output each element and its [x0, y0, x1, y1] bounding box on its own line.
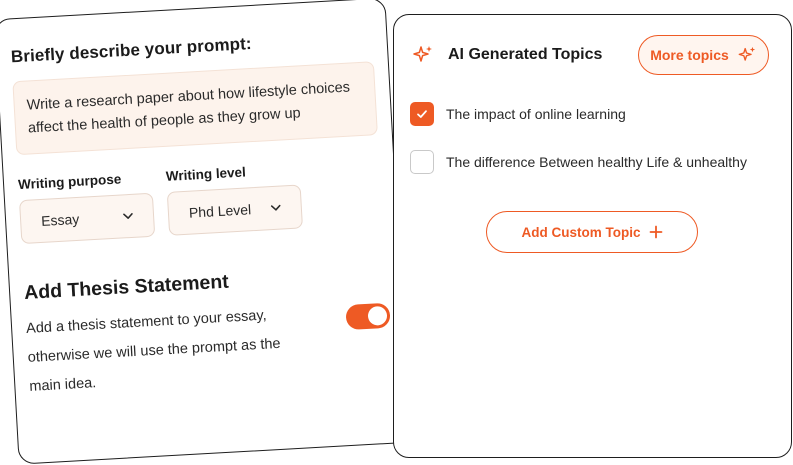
writing-fields: Writing purpose Essay Writing level Phd …	[17, 156, 401, 245]
add-custom-topic-label: Add Custom Topic	[521, 224, 641, 240]
writing-level-value: Phd Level	[188, 201, 252, 221]
topic-checkbox[interactable]	[410, 150, 434, 174]
plus-icon	[649, 225, 662, 239]
writing-level-select[interactable]: Phd Level	[166, 184, 304, 236]
checkmark-icon	[417, 110, 427, 118]
thesis-row: Add a thesis statement to your essay, ot…	[25, 294, 399, 402]
chevron-down-icon	[270, 204, 281, 211]
topic-item[interactable]: The impact of online learning	[410, 101, 775, 127]
topics-title-wrap: AI Generated Topics	[412, 44, 602, 66]
more-topics-button[interactable]: More topics	[638, 35, 769, 75]
writing-purpose-value: Essay	[40, 210, 80, 229]
topics-title: AI Generated Topics	[448, 46, 603, 63]
sparkle-icon	[738, 46, 755, 61]
topics-card: AI Generated Topics More topics The impa…	[393, 14, 792, 458]
prompt-textarea[interactable]: Write a research paper about how lifesty…	[12, 61, 378, 156]
topic-item[interactable]: The difference Between healthy Life & un…	[410, 149, 775, 175]
prompt-heading: Briefly describe your prompt:	[10, 33, 253, 67]
thesis-description: Add a thesis statement to your essay, ot…	[25, 307, 281, 395]
writing-level-label: Writing level	[165, 164, 247, 184]
sparkle-icon	[413, 46, 432, 62]
add-custom-topic-button[interactable]: Add Custom Topic	[486, 211, 698, 253]
thesis-toggle[interactable]	[345, 302, 391, 331]
topic-label: The difference Between healthy Life & un…	[446, 154, 747, 170]
writing-purpose-field: Writing purpose Essay	[17, 170, 156, 245]
prompt-card-content: Briefly describe your prompt: Write a re…	[10, 26, 409, 402]
topic-checkbox-checked[interactable]	[410, 102, 434, 126]
topics-header: AI Generated Topics More topics	[412, 35, 773, 75]
prompt-card: Briefly describe your prompt: Write a re…	[0, 0, 411, 465]
chevron-down-icon	[123, 213, 133, 219]
writing-level-field: Writing level Phd Level	[165, 161, 304, 236]
toggle-knob	[367, 305, 388, 326]
more-topics-label: More topics	[650, 47, 729, 63]
writing-purpose-label: Writing purpose	[17, 171, 122, 193]
topic-label: The impact of online learning	[446, 106, 626, 122]
writing-purpose-select[interactable]: Essay	[18, 192, 156, 245]
topic-list: The impact of online learning The differ…	[410, 101, 775, 197]
